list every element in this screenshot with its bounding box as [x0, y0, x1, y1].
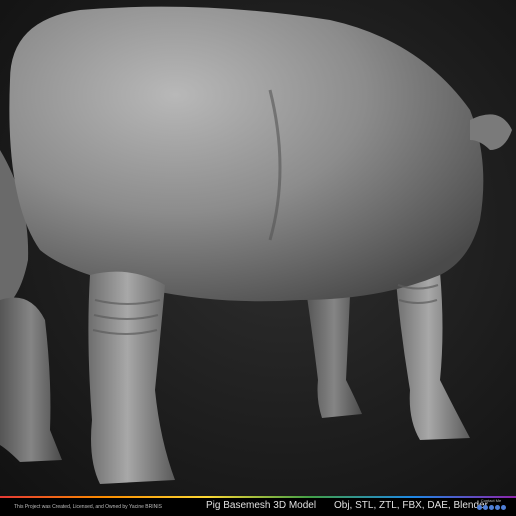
pig-render	[0, 6, 512, 484]
footer-bar: This Project was Created, Licensed, and …	[0, 496, 516, 516]
render-viewport	[0, 0, 516, 496]
left-leg	[0, 297, 62, 462]
social-icon[interactable]	[494, 505, 500, 510]
social-icon[interactable]	[476, 505, 482, 510]
social-icon[interactable]	[488, 505, 494, 510]
front-leg-right	[395, 266, 470, 440]
pig-body	[9, 6, 484, 302]
contact-block: Contact Me	[474, 498, 508, 510]
credit-text: This Project was Created, Licensed, and …	[14, 504, 162, 510]
contact-label: Contact Me	[480, 498, 502, 503]
file-formats: Obj, STL, ZTL, FBX, DAE, Blender	[334, 500, 488, 511]
model-title: Pig Basemesh 3D Model	[206, 500, 317, 511]
far-leg-right	[306, 288, 362, 418]
social-icon[interactable]	[500, 505, 506, 510]
rainbow-strip	[0, 496, 516, 498]
social-icons	[474, 505, 508, 510]
social-icon[interactable]	[482, 505, 488, 510]
